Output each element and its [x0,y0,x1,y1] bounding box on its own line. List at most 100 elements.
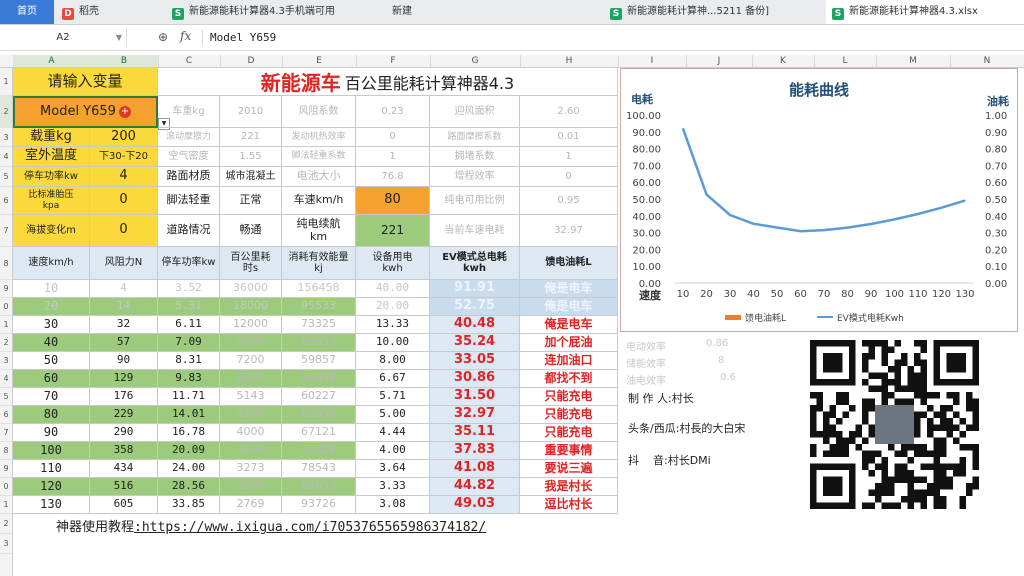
row-header[interactable]: 9 [0,460,12,478]
column-header[interactable]: K [752,55,815,67]
qr-module [901,496,908,503]
speed-cell: 70 [13,388,90,406]
energy-chart-svg: 能耗曲线 电耗 油耗 速度 100.0090.0080.0070.0060.00… [626,81,1009,324]
row-header[interactable]: 3 [0,534,12,554]
stop-power-input[interactable]: 4 [90,167,158,187]
stop-power-cell: 20.09 [158,442,220,460]
qr-module [862,457,869,464]
column-header[interactable]: C [158,55,221,67]
road-condition-select[interactable]: 畅通 [220,215,282,247]
chevron-down-icon[interactable]: ▼ [116,28,122,47]
column-header[interactable]: F [356,55,431,67]
row-header[interactable]: 7 [0,215,12,247]
column-header[interactable]: M [876,55,951,67]
row-header[interactable]: 0 [0,298,12,316]
qr-module [862,411,869,418]
qr-module [920,359,927,366]
formula-input[interactable]: Model Y659 [210,31,276,44]
column-header[interactable]: E [282,55,357,67]
tab-file-3[interactable]: S 新能源能耗计算神器4.3.xlsx [826,0,1024,24]
qr-module [920,450,927,457]
tutorial-link[interactable]: 神器使用教程:https://www.ixigua.com/i705376556… [56,516,486,535]
pedal-style-select[interactable]: 正常 [220,187,282,215]
y-right-tick-label: 0.70 [985,161,1007,172]
qr-module [972,411,979,418]
qr-module [907,372,914,379]
column-header[interactable]: L [814,55,877,67]
row-header[interactable]: 2 [0,334,12,352]
column-header[interactable]: G [430,55,521,67]
tutorial-url[interactable]: :https://www.ixigua.com/i705376556598637… [134,520,486,535]
row-header[interactable]: 4 [0,147,12,167]
column-header[interactable]: H [520,55,619,67]
tab-home[interactable]: 首页 [0,0,54,24]
altitude-input[interactable]: 0 [90,215,158,247]
range-value: 221 [356,215,430,247]
fx-icon[interactable]: fx [180,29,191,43]
qr-module [875,489,882,496]
row-header[interactable]: 9 [0,280,12,298]
row-header[interactable]: 3 [0,352,12,370]
column-header[interactable]: J [686,55,753,67]
x-tick-label: 110 [908,289,927,300]
row-header[interactable]: 5 [0,167,12,187]
row-header[interactable]: 1 [0,316,12,334]
row-header[interactable]: 4 [0,370,12,388]
qr-module [966,483,973,490]
qr-module [829,411,836,418]
row-header[interactable]: 8 [0,442,12,460]
tab-file-1[interactable]: S 新能源能耗计算器4.3手机端可用 [166,0,372,24]
tab-docer[interactable]: D 稻壳 [56,0,166,24]
qr-module [914,444,921,451]
speed-input[interactable]: 80 [356,187,430,215]
column-header[interactable]: A [13,55,91,67]
chart-legend: 馈电油耗L EV模式电耗Kwh [725,312,904,324]
tab-file-2[interactable]: S 新能源能耗计算神...5211 备份] [604,0,820,24]
row-header[interactable]: 0 [0,478,12,496]
tab-file-3-label: 新能源能耗计算神器4.3.xlsx [849,6,978,17]
douyin-value: 村长DMi [667,454,711,467]
row-header[interactable]: 1 [0,496,12,514]
row-header[interactable]: 6 [0,187,12,215]
row-header[interactable]: 1 [0,68,12,96]
qr-module [868,340,875,347]
column-header[interactable]: B [90,55,159,67]
name-box[interactable]: A2 ▼ [0,28,127,47]
row-header[interactable]: 7 [0,424,12,442]
row-header[interactable]: 6 [0,406,12,424]
row-header[interactable]: 5 [0,388,12,406]
zoom-icon[interactable]: ⊕ [158,30,168,44]
qr-module [836,398,843,405]
device-power-cell: 3.64 [356,460,430,478]
stop-power-label: 停车功率kw [13,167,90,187]
qr-module [933,476,940,483]
column-header[interactable]: D [220,55,283,67]
model-select-cell[interactable]: Model Y659 + [13,96,158,128]
qr-module [816,392,823,399]
row-header[interactable]: 3 [0,128,12,147]
qr-module [881,457,888,464]
data-point-ev [752,223,755,225]
qr-module [855,424,862,431]
qr-module [946,418,953,425]
qr-module [933,424,940,431]
tab-new[interactable]: 新建 [386,0,592,24]
column-header[interactable]: N [950,55,1024,67]
speed-cell: 90 [13,424,90,442]
param-label: 风阻系数 [282,96,356,128]
outdoor-temp-select[interactable]: 下30-下20 [90,147,158,167]
road-material-select[interactable]: 城市混凝土 [220,167,282,187]
qr-module [914,450,921,457]
select-all-corner[interactable] [0,55,14,67]
y-right-tick-label: 0.90 [985,128,1007,139]
row-header[interactable]: 8 [0,247,12,280]
row-header[interactable]: 2 [0,514,12,534]
tire-pressure-input[interactable]: 0 [90,187,158,215]
column-header[interactable]: I [618,55,687,67]
qr-module [836,392,843,399]
row-header[interactable]: 2 [0,96,12,128]
maker-label: 制 作 人: [628,392,672,405]
y-left-tick-label: 70.00 [632,161,661,172]
qr-module [836,437,843,444]
load-input[interactable]: 200 [90,128,158,147]
